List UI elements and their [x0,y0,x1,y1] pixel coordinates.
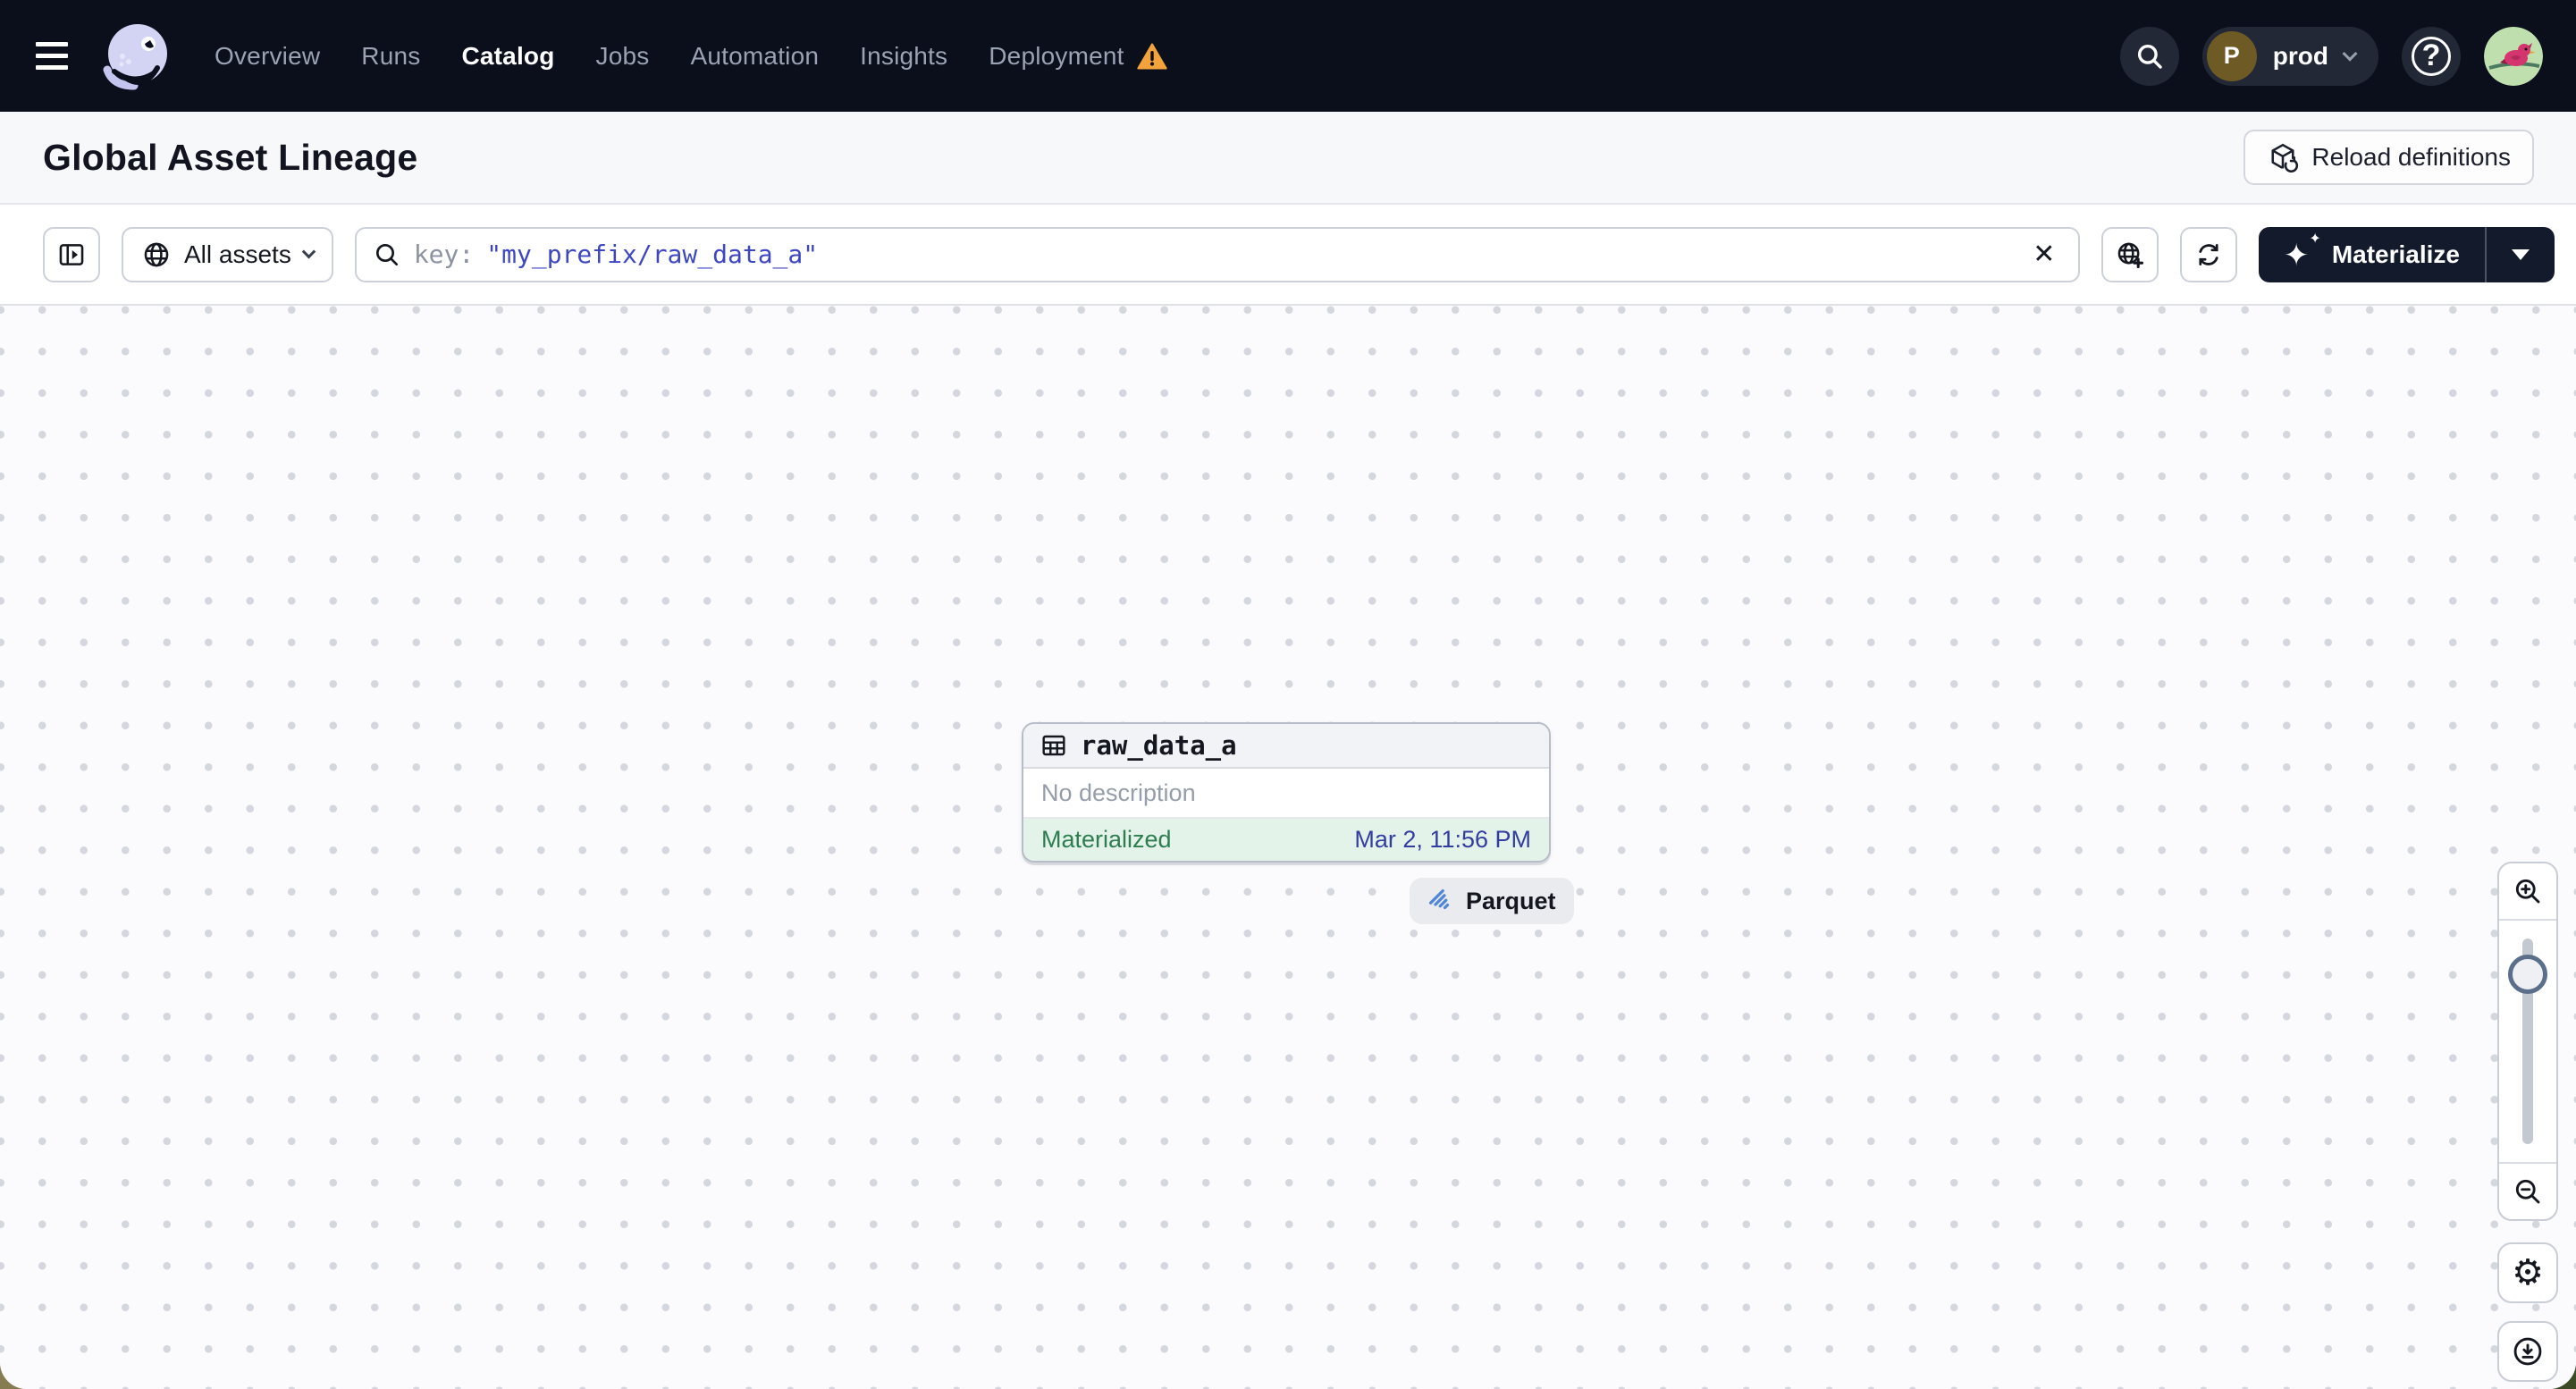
search-query-prefix: key: [413,240,475,269]
table-icon [1042,735,1065,756]
panel-expand-icon [59,243,84,265]
search-query-value: "my_prefix/raw_data_a" [486,240,819,269]
nav-links: Overview Runs Catalog Jobs Automation In… [215,42,1167,71]
asset-tag-parquet[interactable]: Parquet [1410,878,1574,924]
asset-node-raw-data-a[interactable]: raw_data_a No description Materialized M… [1022,722,1551,863]
globe-add-icon [2117,242,2143,268]
zoom-out-button[interactable] [2499,1164,2556,1219]
nav-item-catalog[interactable]: Catalog [461,42,554,71]
zoom-slider-knob[interactable] [2508,955,2547,994]
deployment-label: prod [2272,41,2328,70]
asset-name: raw_data_a [1081,730,1237,761]
global-search-button[interactable] [2119,26,2179,86]
select-all-assets-button[interactable] [2100,226,2159,282]
graph-settings-button[interactable]: ⚙ [2497,1242,2558,1303]
reload-definitions-icon [2271,143,2299,173]
zoom-control-panel [2497,862,2558,1221]
asset-description: No description [1023,769,1549,819]
zoom-slider [2499,919,2556,1164]
chevron-down-icon [301,244,316,259]
page-header: Global Asset Lineage Reload definitions [0,112,2576,205]
nav-item-jobs[interactable]: Jobs [596,42,650,71]
navbar-right: P prod ? [2119,26,2543,86]
dagster-logo-icon[interactable] [98,18,175,95]
clear-search-button[interactable]: ✕ [2019,230,2069,280]
zoom-in-button[interactable] [2499,863,2556,919]
asset-scope-dropdown[interactable]: All assets [122,226,333,282]
gear-icon: ⚙ [2512,1252,2544,1293]
sparkles-icon: ✦ ✦ [2283,229,2321,274]
parquet-icon [1428,888,1450,910]
search-icon [2137,44,2162,69]
asset-status-row[interactable]: Materialized Mar 2, 11:56 PM [1023,819,1549,861]
caret-down-icon [2512,248,2530,260]
app-window: Overview Runs Catalog Jobs Automation In… [0,0,2576,1389]
nav-item-runs[interactable]: Runs [361,42,420,71]
refresh-graph-button[interactable] [2179,226,2237,282]
user-avatar[interactable] [2484,26,2543,86]
bird-avatar-icon [2484,26,2543,86]
globe-icon [144,242,169,266]
status-badge: Materialized [1041,826,1172,853]
zoom-out-icon [2515,1179,2540,1204]
nav-item-automation[interactable]: Automation [691,42,820,71]
chevron-down-icon [2342,46,2358,62]
nav-item-insights[interactable]: Insights [860,42,947,71]
menu-icon[interactable] [36,31,86,81]
materialize-button[interactable]: ✦ ✦ Materialize [2259,227,2485,282]
top-navbar: Overview Runs Catalog Jobs Automation In… [0,0,2576,112]
help-icon: ? [2412,36,2451,76]
reload-definitions-button[interactable]: Reload definitions [2243,130,2534,185]
deployment-avatar: P [2206,30,2257,81]
help-button[interactable]: ? [2402,26,2461,86]
nav-item-deployment[interactable]: Deployment [989,42,1167,71]
warning-icon [1137,42,1167,70]
status-timestamp: Mar 2, 11:56 PM [1354,826,1531,853]
zoom-in-icon [2515,879,2540,904]
materialize-split-button: ✦ ✦ Materialize [2258,226,2555,282]
lineage-toolbar: All assets key: "my_prefix/raw_data_a" ✕ [0,205,2576,306]
download-image-button[interactable] [2497,1321,2558,1382]
materialize-options-button[interactable] [2485,226,2555,282]
page-title: Global Asset Lineage [43,136,418,178]
asset-search-input[interactable]: key: "my_prefix/raw_data_a" ✕ [354,226,2080,282]
asset-node-header: raw_data_a [1023,724,1549,769]
refresh-icon [2199,243,2218,265]
open-left-panel-button[interactable] [43,226,100,282]
nav-item-overview[interactable]: Overview [215,42,320,71]
lineage-canvas[interactable]: raw_data_a No description Materialized M… [0,306,2576,1389]
deployment-switcher[interactable]: P prod [2201,26,2378,86]
search-icon [375,243,398,265]
download-icon [2513,1337,2542,1366]
